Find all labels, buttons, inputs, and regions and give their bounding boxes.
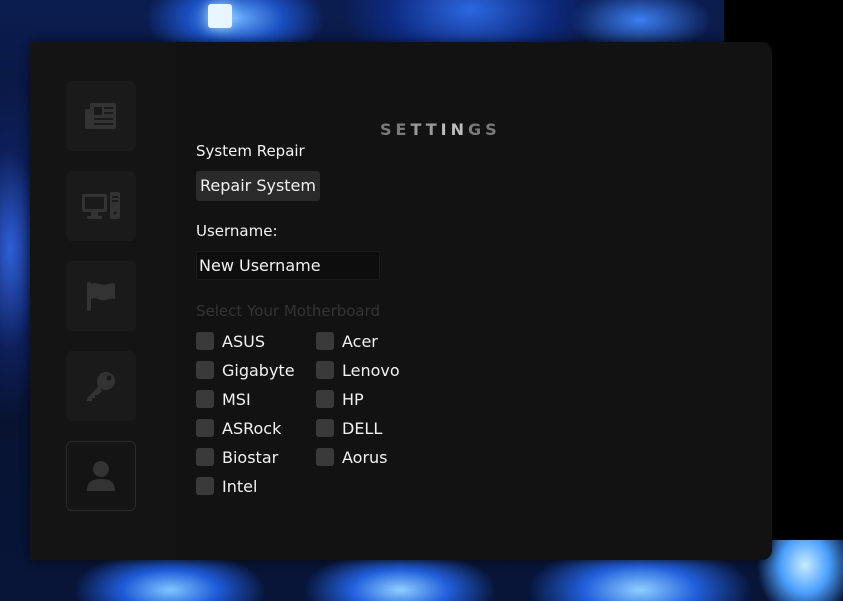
checkbox[interactable] bbox=[316, 448, 334, 466]
user-icon bbox=[86, 460, 116, 492]
sidebar-item-user[interactable] bbox=[66, 441, 136, 511]
sidebar bbox=[30, 42, 176, 560]
motherboard-option-label: Acer bbox=[342, 331, 378, 351]
motherboard-option-label: Lenovo bbox=[342, 360, 400, 380]
repair-system-button[interactable]: Repair System bbox=[196, 171, 320, 201]
motherboard-option-acer[interactable]: Acer bbox=[316, 331, 378, 351]
motherboard-option-label: Gigabyte bbox=[222, 360, 295, 380]
page-title: SETTINGS bbox=[380, 120, 501, 139]
title-letter: G bbox=[468, 120, 486, 139]
motherboard-section-title: Select Your Motherboard bbox=[196, 302, 381, 320]
motherboard-option-label: MSI bbox=[222, 389, 251, 409]
key-icon bbox=[85, 370, 117, 402]
motherboard-option-aorus[interactable]: Aorus bbox=[316, 447, 388, 467]
motherboard-option-gigabyte[interactable]: Gigabyte bbox=[196, 360, 295, 380]
checkbox[interactable] bbox=[196, 477, 214, 495]
motherboard-option-label: Biostar bbox=[222, 447, 279, 467]
motherboard-option-label: Intel bbox=[222, 476, 258, 496]
motherboard-option-label: ASUS bbox=[222, 331, 265, 351]
title-letter: T bbox=[410, 120, 426, 139]
checkbox[interactable] bbox=[196, 390, 214, 408]
motherboard-option-label: DELL bbox=[342, 418, 383, 438]
title-letter: E bbox=[395, 120, 411, 139]
sidebar-item-flag[interactable] bbox=[66, 261, 136, 331]
title-letter: S bbox=[380, 120, 396, 139]
motherboard-option-asus[interactable]: ASUS bbox=[196, 331, 265, 351]
checkbox[interactable] bbox=[196, 448, 214, 466]
title-letter: I bbox=[440, 120, 451, 139]
title-letter: N bbox=[450, 120, 469, 139]
newspaper-icon bbox=[84, 101, 118, 131]
username-label: Username: bbox=[196, 222, 278, 240]
sidebar-item-key[interactable] bbox=[66, 351, 136, 421]
checkbox[interactable] bbox=[196, 419, 214, 437]
flag-icon bbox=[85, 280, 117, 312]
checkbox[interactable] bbox=[316, 419, 334, 437]
wallpaper-glow bbox=[208, 4, 232, 28]
motherboard-option-intel[interactable]: Intel bbox=[196, 476, 257, 496]
sidebar-item-system[interactable] bbox=[66, 171, 136, 241]
motherboard-option-label: ASRock bbox=[222, 418, 282, 438]
motherboard-option-dell[interactable]: DELL bbox=[316, 418, 382, 438]
motherboard-option-asrock[interactable]: ASRock bbox=[196, 418, 281, 438]
desktop-computer-icon bbox=[81, 191, 121, 221]
motherboard-option-biostar[interactable]: Biostar bbox=[196, 447, 278, 467]
checkbox[interactable] bbox=[316, 332, 334, 350]
motherboard-option-hp[interactable]: HP bbox=[316, 389, 364, 409]
checkbox[interactable] bbox=[196, 361, 214, 379]
motherboard-option-msi[interactable]: MSI bbox=[196, 389, 251, 409]
motherboard-option-label: Aorus bbox=[342, 447, 388, 467]
username-input[interactable] bbox=[196, 251, 380, 280]
checkbox[interactable] bbox=[196, 332, 214, 350]
title-letter: S bbox=[485, 120, 501, 139]
settings-window: SETTINGS System Repair Repair System Use… bbox=[30, 42, 772, 560]
motherboard-option-lenovo[interactable]: Lenovo bbox=[316, 360, 400, 380]
title-letter: T bbox=[425, 120, 441, 139]
checkbox[interactable] bbox=[316, 390, 334, 408]
checkbox[interactable] bbox=[316, 361, 334, 379]
sidebar-item-news[interactable] bbox=[66, 81, 136, 151]
system-repair-label: System Repair bbox=[196, 142, 305, 160]
motherboard-option-label: HP bbox=[342, 389, 364, 409]
